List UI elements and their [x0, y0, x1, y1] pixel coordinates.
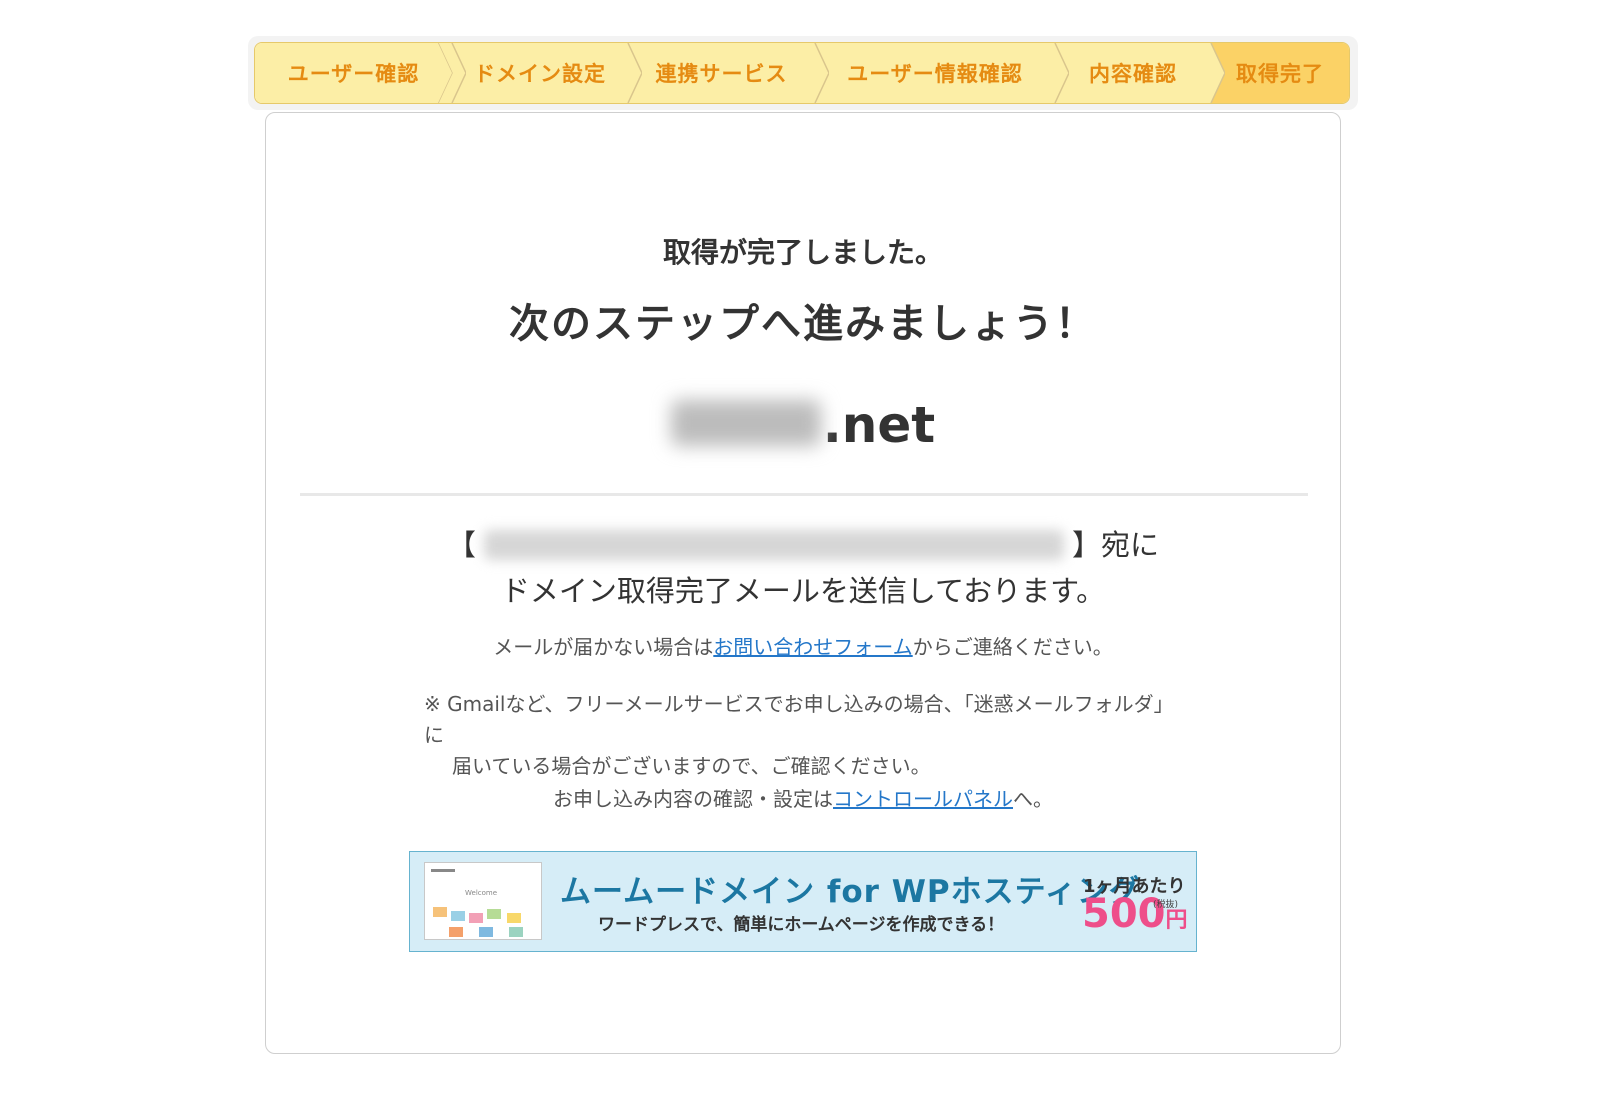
- cp-prefix: お申し込み内容の確認・設定は: [553, 787, 833, 811]
- step-label: 内容確認: [1089, 62, 1177, 86]
- price-currency: 円: [1165, 908, 1188, 933]
- site-screenshot-thumbnail: Welcome: [424, 862, 542, 940]
- control-panel-link[interactable]: コントロールパネル: [833, 787, 1013, 811]
- domain-suffix: .net: [822, 396, 936, 454]
- contact-prefix: メールが届かない場合は: [493, 635, 714, 659]
- step-arrow-icon: [801, 43, 829, 103]
- mail-recipient-suffix: 】宛に: [1072, 528, 1160, 562]
- gmail-note: ※ Gmailなど、フリーメールサービスでお申し込みの場合、「迷惑メールフォルダ…: [424, 689, 1184, 782]
- thumbnail-welcome-text: Welcome: [465, 889, 498, 897]
- redacted-domain-name: [670, 400, 821, 446]
- step-list: ユーザー確認 ドメイン設定 連携サービス ユーザー情報確認 内容確認 取得完了: [254, 42, 1350, 104]
- step-linked-services: 連携サービス: [628, 43, 829, 103]
- thumbnail-block: [507, 913, 521, 923]
- acquired-domain: .net: [266, 396, 1340, 454]
- note-line-1: ※ Gmailなど、フリーメールサービスでお申し込みの場合、「迷惑メールフォルダ…: [424, 692, 1174, 747]
- step-label: 連携サービス: [655, 62, 788, 86]
- step-content-confirm: 内容確認: [1055, 43, 1225, 103]
- contact-form-link[interactable]: お問い合わせフォーム: [713, 635, 912, 659]
- step-label: ユーザー情報確認: [847, 62, 1023, 86]
- contact-suffix: からご連絡ください。: [912, 635, 1113, 659]
- step-arrow-icon: [1197, 43, 1225, 103]
- control-panel-line: お申し込み内容の確認・設定はコントロールパネルへ。: [266, 783, 1340, 812]
- thumbnail-block: [433, 907, 447, 917]
- banner-tax-note: (税抜): [1153, 900, 1179, 910]
- step-progress-bar: ユーザー確認 ドメイン設定 連携サービス ユーザー情報確認 内容確認 取得完了: [248, 36, 1358, 110]
- thumbnail-block: [469, 913, 483, 923]
- step-label: ドメイン設定: [474, 62, 606, 86]
- thumbnail-block: [487, 909, 501, 919]
- thumbnail-block: [509, 927, 523, 937]
- thumbnail-block: [451, 911, 465, 921]
- step-user-info-confirm: ユーザー情報確認: [815, 43, 1069, 103]
- cp-suffix: へ。: [1013, 787, 1053, 811]
- thumbnail-logo-bar: [431, 869, 455, 872]
- wp-hosting-banner[interactable]: Welcome ムームードメイン for WPホスティング ワードプレスで、簡単…: [409, 851, 1197, 952]
- bracket-open: 【: [446, 528, 476, 562]
- next-step-heading: 次のステップへ進みましょう！: [509, 301, 1097, 347]
- banner-title: ムームードメイン for WPホスティング: [560, 874, 1141, 910]
- mail-address-line: 【 】宛に: [266, 525, 1340, 565]
- contact-line: メールが届かない場合はお問い合わせフォームからご連絡ください。: [266, 631, 1340, 660]
- thumbnail-block: [479, 927, 493, 937]
- redacted-email-address: [484, 530, 1064, 560]
- banner-subtitle: ワードプレスで、簡単にホームページを作成できる！: [598, 915, 1005, 935]
- step-arrow-icon: [614, 43, 642, 103]
- mail-sent-message: ドメイン取得完了メールを送信しております。: [500, 574, 1106, 608]
- step-arrow-icon: [1041, 43, 1069, 103]
- step-label: ユーザー確認: [287, 62, 420, 86]
- thumbnail-block: [449, 927, 463, 937]
- completion-panel: 取得が完了しました。 次のステップへ進みましょう！ .net 【 】宛に ドメイン…: [265, 112, 1341, 1054]
- step-complete: 取得完了: [1211, 43, 1349, 103]
- note-line-2: 届いている場合がございますので、ご確認ください。: [452, 754, 931, 778]
- step-arrow-icon: [438, 43, 466, 103]
- step-label: 取得完了: [1236, 62, 1324, 86]
- step-domain-setting: ドメイン設定: [452, 43, 642, 103]
- completion-message: 取得が完了しました。: [662, 236, 943, 269]
- divider: [300, 493, 1308, 496]
- step-user-confirm: ユーザー確認: [255, 43, 466, 103]
